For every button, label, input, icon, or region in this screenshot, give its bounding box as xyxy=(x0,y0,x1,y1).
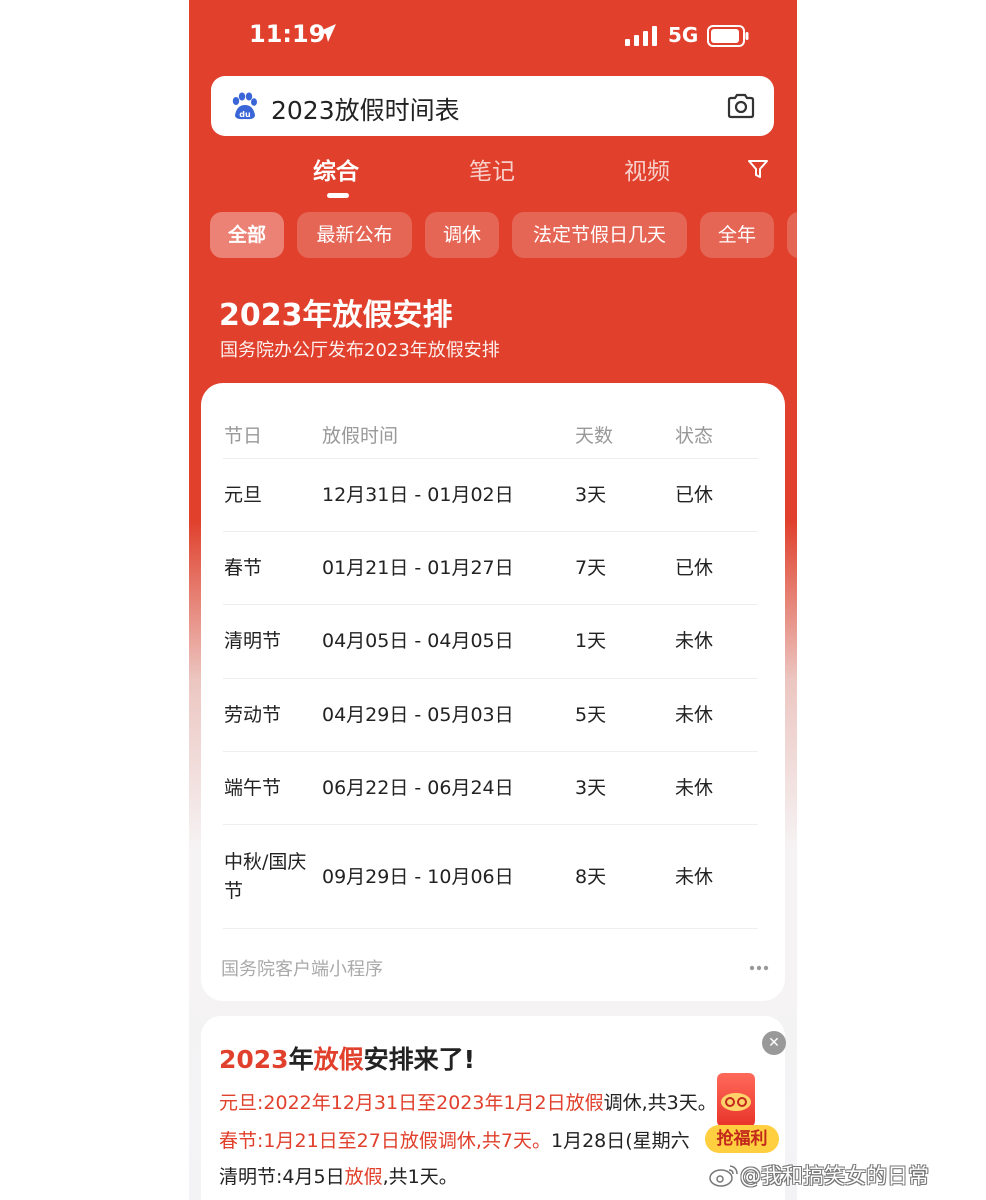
chip-full-year[interactable]: 全年 xyxy=(700,212,774,258)
holiday-table-card: 节日 放假时间 天数 状态 元旦 12月31日 - 01月02日 3天 已休 春… xyxy=(201,383,785,1001)
cell-status: 已休 xyxy=(675,557,714,579)
tab-notes[interactable]: 笔记 xyxy=(469,152,515,186)
cell-holiday: 劳动节 xyxy=(224,704,282,726)
cell-days: 3天 xyxy=(575,777,607,799)
more-icon[interactable] xyxy=(749,965,769,971)
chip-latest[interactable]: 最新公布 xyxy=(297,212,412,258)
cell-status: 已休 xyxy=(675,484,714,506)
cell-holiday: 春节 xyxy=(224,557,263,579)
cell-holiday: 清明节 xyxy=(224,630,282,652)
chip-overflow[interactable] xyxy=(787,212,797,258)
status-time: 11:19 xyxy=(249,20,326,48)
cell-days: 3天 xyxy=(575,484,607,506)
table-row: 清明节 04月05日 - 04月05日 1天 未休 xyxy=(223,604,758,677)
cell-status: 未休 xyxy=(675,777,714,799)
cell-holiday: 端午节 xyxy=(224,777,282,799)
svg-text:du: du xyxy=(239,110,251,119)
cell-period: 09月29日 - 10月06日 xyxy=(322,866,514,888)
article-card[interactable]: 2023年放假安排来了! 元旦:2022年12月31日至2023年1月2日放假调… xyxy=(201,1016,785,1200)
header-period: 放假时间 xyxy=(322,425,399,447)
close-promo-button[interactable]: ✕ xyxy=(762,1031,786,1055)
cell-days: 5天 xyxy=(575,704,607,726)
table-row: 元旦 12月31日 - 01月02日 3天 已休 xyxy=(223,458,758,531)
table-row: 中秋/国庆 节 09月29日 - 10月06日 8天 未休 xyxy=(223,824,758,929)
cell-period: 04月29日 - 05月03日 xyxy=(322,704,514,726)
cell-status: 未休 xyxy=(675,704,714,726)
battery-icon xyxy=(707,25,749,47)
cell-period: 01月21日 - 01月27日 xyxy=(322,557,514,579)
section-title: 2023年放假安排 xyxy=(219,298,453,333)
cell-days: 8天 xyxy=(575,866,607,888)
article-line-qingming: 清明节:4月5日放假,共1天。 xyxy=(219,1166,458,1188)
cell-holiday-line2: 节 xyxy=(224,880,244,902)
signal-bars-icon xyxy=(625,26,657,46)
active-tab-indicator xyxy=(327,193,349,198)
tab-video[interactable]: 视频 xyxy=(624,152,670,186)
header-status: 状态 xyxy=(675,425,714,447)
table-row: 端午节 06月22日 - 06月24日 3天 未休 xyxy=(223,751,758,824)
table-row: 春节 01月21日 - 01月27日 7天 已休 xyxy=(223,531,758,604)
chip-statutory-days[interactable]: 法定节假日几天 xyxy=(512,212,687,258)
status-bar: 11:19 5G xyxy=(189,0,797,70)
article-title: 2023年放假安排来了! xyxy=(219,1045,476,1074)
cell-days: 7天 xyxy=(575,557,607,579)
section-subtitle: 国务院办公厅发布2023年放假安排 xyxy=(220,340,500,361)
cell-status: 未休 xyxy=(675,866,714,888)
source-label: 国务院客户端小程序 xyxy=(221,959,383,980)
filter-icon[interactable] xyxy=(747,158,769,180)
cell-days: 1天 xyxy=(575,630,607,652)
tab-comprehensive[interactable]: 综合 xyxy=(313,152,359,186)
article-line-spring-festival: 春节:1月21日至27日放假调休,共7天。1月28日(星期六 xyxy=(219,1130,690,1152)
header-days: 天数 xyxy=(575,425,614,447)
grab-bonus-button[interactable]: 抢福利 xyxy=(705,1125,779,1153)
header-holiday: 节日 xyxy=(224,425,263,447)
weibo-logo-icon xyxy=(709,1165,738,1187)
location-arrow-icon xyxy=(318,24,336,42)
chip-all[interactable]: 全部 xyxy=(210,212,284,258)
camera-icon[interactable] xyxy=(726,92,756,120)
cell-holiday: 元旦 xyxy=(224,484,263,506)
cell-status: 未休 xyxy=(675,630,714,652)
table-row: 劳动节 04月29日 - 05月03日 5天 未休 xyxy=(223,678,758,751)
cell-holiday-line1: 中秋/国庆 xyxy=(224,851,307,873)
cell-period: 04月05日 - 04月05日 xyxy=(322,630,514,652)
search-query[interactable]: 2023放假时间表 xyxy=(271,91,460,127)
search-bar[interactable]: du 2023放假时间表 xyxy=(211,76,774,136)
baidu-paw-icon: du xyxy=(232,92,257,120)
cell-period: 12月31日 - 01月02日 xyxy=(322,484,514,506)
watermark: @我和搞笑女的日常 xyxy=(740,1164,929,1188)
network-type: 5G xyxy=(668,23,699,47)
red-envelope-face-icon xyxy=(721,1093,751,1111)
phone-screen: 11:19 5G du 2023放假时间表 综合 笔记 视频 全部 最新公布 调… xyxy=(189,0,797,1200)
article-line-new-year: 元旦:2022年12月31日至2023年1月2日放假调休,共3天。 xyxy=(219,1092,717,1114)
chip-adjusted-rest[interactable]: 调休 xyxy=(425,212,499,258)
cell-period: 06月22日 - 06月24日 xyxy=(322,777,514,799)
